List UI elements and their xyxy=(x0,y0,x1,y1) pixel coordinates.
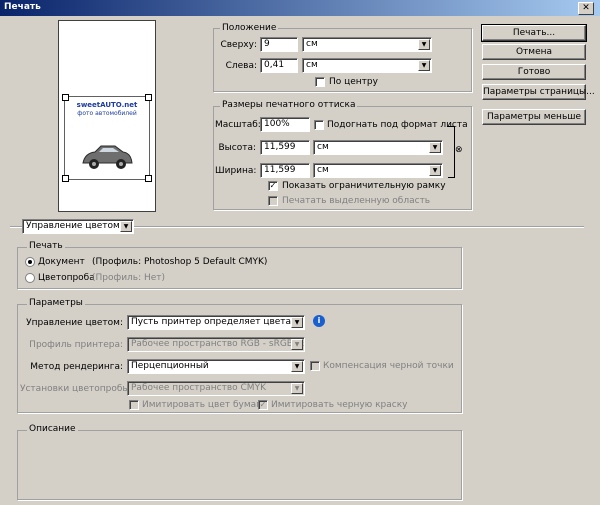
rendering-label: Метод рендеринга: xyxy=(30,362,123,372)
scale-input[interactable]: 100% xyxy=(260,117,310,132)
info-icon[interactable]: i xyxy=(313,315,325,327)
print-preview: sweetAUTO.net фото автомобилей xyxy=(58,20,156,212)
width-input[interactable]: 11,599 xyxy=(260,163,310,178)
fit-media-checkbox[interactable] xyxy=(314,120,324,130)
height-label: Высота: xyxy=(218,143,256,153)
print-size-legend: Размеры печатного оттиска xyxy=(220,100,358,110)
document-label: Документ xyxy=(38,257,85,267)
chevron-down-icon[interactable]: ▼ xyxy=(418,39,430,50)
chevron-down-icon[interactable]: ▼ xyxy=(291,339,303,350)
print-selected-label: Печатать выделенную область xyxy=(282,196,431,206)
logo-line1: sweetAUTO.net xyxy=(76,101,138,109)
simulate-paper-checkbox[interactable] xyxy=(129,400,139,410)
document-profile: (Профиль: Photoshop 5 Default CMYK) xyxy=(92,257,268,267)
print-dialog: Печать ✕ sweetAUTO.net фото автомобилей … xyxy=(0,0,600,505)
bounding-box-label: Показать ограничительную рамку xyxy=(282,181,446,191)
page-setup-button[interactable]: Параметры страницы... xyxy=(482,84,595,100)
chevron-down-icon[interactable]: ▼ xyxy=(291,317,303,328)
title-bar[interactable]: Печать ✕ xyxy=(0,0,600,16)
width-unit-select[interactable]: см ▼ xyxy=(313,163,443,178)
resize-handle[interactable] xyxy=(62,94,69,101)
scale-label: Масштаб: xyxy=(215,120,261,130)
proof-radio[interactable] xyxy=(25,273,35,283)
width-label: Ширина: xyxy=(215,166,257,176)
color-handling-label: Управление цветом: xyxy=(26,318,123,328)
resize-handle[interactable] xyxy=(145,175,152,182)
left-label: Слева: xyxy=(225,61,257,71)
fit-media-label: Подогнать под формат листа xyxy=(327,120,468,130)
center-checkbox[interactable] xyxy=(315,77,325,87)
proof-setup-label: Установки цветопробы: xyxy=(20,384,133,394)
description-legend: Описание xyxy=(27,424,78,434)
description-group xyxy=(17,430,462,500)
car-image xyxy=(82,145,133,169)
document-radio[interactable] xyxy=(25,257,35,267)
chevron-down-icon[interactable]: ▼ xyxy=(429,165,441,176)
rendering-select[interactable]: Перцепционный ▼ xyxy=(127,359,305,374)
bounding-box-checkbox[interactable]: ✓ xyxy=(268,181,278,191)
print-legend: Печать xyxy=(27,241,65,251)
cancel-button[interactable]: Отмена xyxy=(482,44,586,60)
top-label: Сверху: xyxy=(220,40,257,50)
logo-line2: фото автомобилей xyxy=(77,110,137,117)
height-unit-select[interactable]: см ▼ xyxy=(313,140,443,155)
height-input[interactable]: 11,599 xyxy=(260,140,310,155)
chevron-down-icon[interactable]: ▼ xyxy=(291,361,303,372)
link-icon[interactable]: ⊗ xyxy=(455,145,463,155)
simulate-paper-label: Имитировать цвет бумаги xyxy=(142,400,267,410)
bpc-checkbox[interactable] xyxy=(310,361,320,371)
printer-profile-label: Профиль принтера: xyxy=(29,340,123,350)
left-unit-select[interactable]: см ▼ xyxy=(302,58,432,73)
simulate-ink-label: Имитировать черную краску xyxy=(271,400,408,410)
left-input[interactable]: 0,41 xyxy=(260,58,298,73)
resize-handle[interactable] xyxy=(145,94,152,101)
fewer-options-button[interactable]: Параметры меньше xyxy=(482,109,586,125)
chevron-down-icon[interactable]: ▼ xyxy=(429,142,441,153)
bpc-label: Компенсация черной точки xyxy=(323,361,454,371)
mode-select[interactable]: Управление цветом ▼ xyxy=(22,219,134,234)
top-input[interactable]: 9 xyxy=(260,37,298,52)
resize-handle[interactable] xyxy=(62,175,69,182)
window-title: Печать xyxy=(4,2,41,12)
center-label: По центру xyxy=(329,77,378,87)
color-handling-select[interactable]: Пусть принтер определяет цвета ▼ xyxy=(127,315,305,330)
proof-label: Цветопроба xyxy=(38,273,95,283)
image-frame[interactable]: sweetAUTO.net фото автомобилей xyxy=(62,94,152,182)
print-selected-checkbox[interactable] xyxy=(268,196,278,206)
chevron-down-icon[interactable]: ▼ xyxy=(291,383,303,394)
constrain-bracket xyxy=(448,126,455,178)
position-legend: Положение xyxy=(220,23,279,33)
simulate-ink-checkbox[interactable]: ✓ xyxy=(258,400,268,410)
proof-profile: (Профиль: Нет) xyxy=(92,273,166,283)
done-button[interactable]: Готово xyxy=(482,64,586,80)
proof-setup-select[interactable]: Рабочее пространство CMYK ▼ xyxy=(127,381,305,396)
chevron-down-icon[interactable]: ▼ xyxy=(418,60,430,71)
print-button[interactable]: Печать... xyxy=(481,24,587,42)
close-icon[interactable]: ✕ xyxy=(578,2,594,15)
chevron-down-icon[interactable]: ▼ xyxy=(120,221,132,232)
options-legend: Параметры xyxy=(27,298,85,308)
printer-profile-select[interactable]: Рабочее пространство RGB - sRGB IE... ▼ xyxy=(127,337,305,352)
top-unit-select[interactable]: см ▼ xyxy=(302,37,432,52)
